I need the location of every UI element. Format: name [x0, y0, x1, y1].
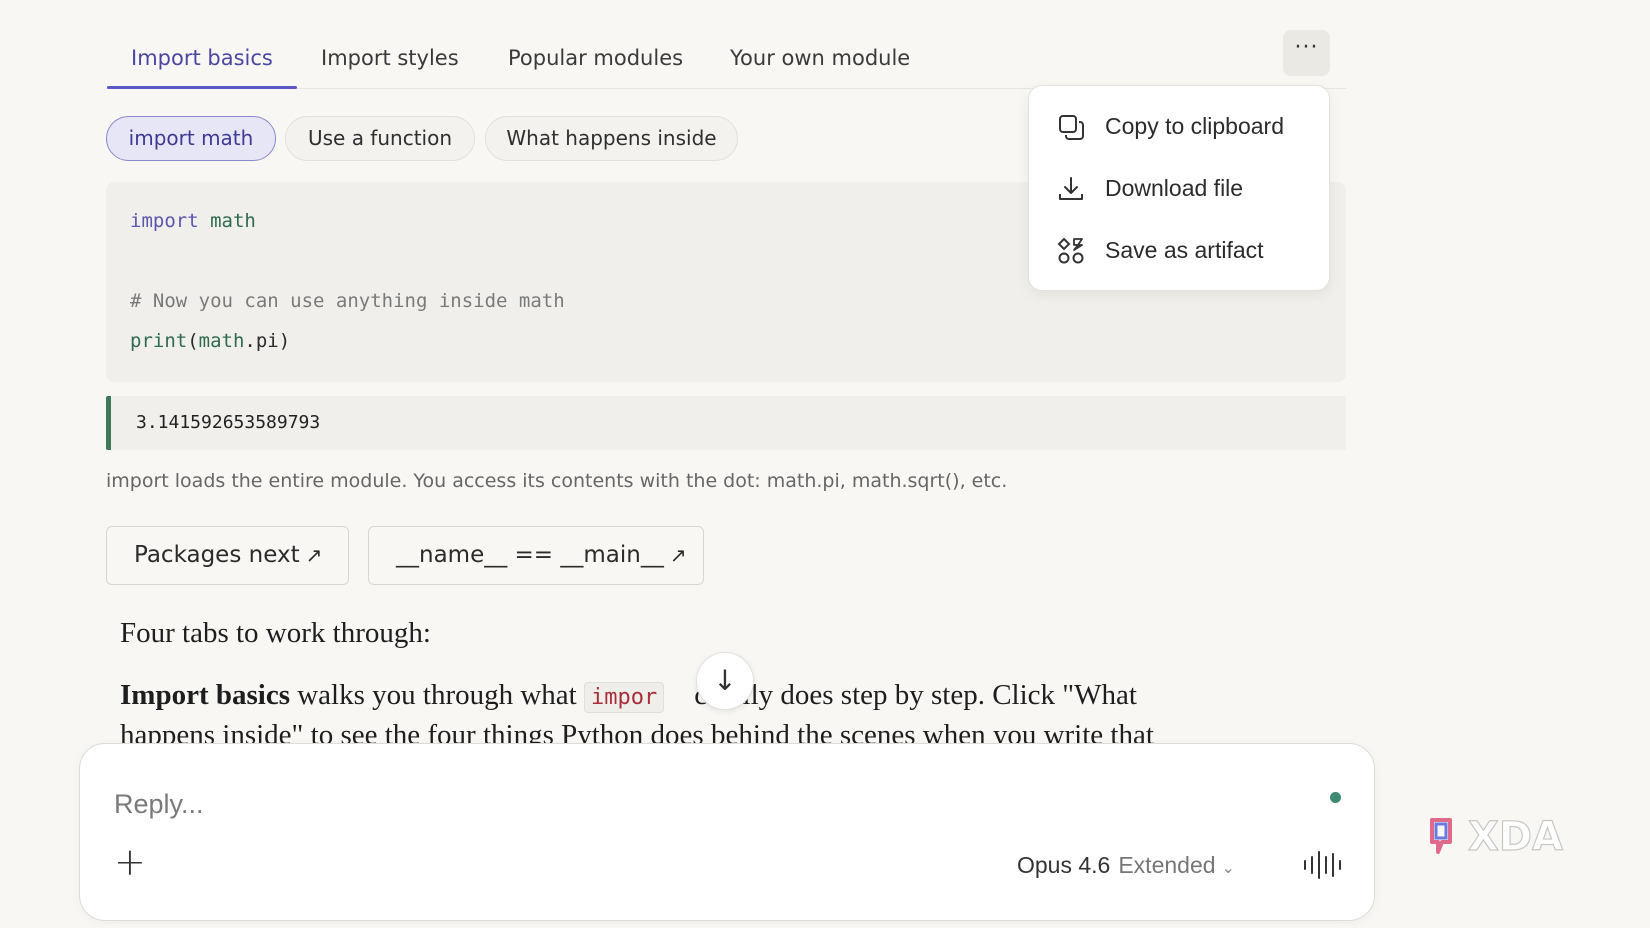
arrow-down-icon: ↓: [713, 664, 737, 697]
tab-import-basics[interactable]: Import basics: [107, 44, 297, 89]
menu-item-save-artifact[interactable]: Save as artifact: [1029, 223, 1331, 279]
external-arrow-icon: ↗: [669, 543, 687, 567]
prose-text-after: ctually does step by step. Click "What: [694, 679, 1137, 711]
tab-your-own-module[interactable]: Your own module: [730, 44, 910, 89]
download-icon: [1059, 177, 1083, 200]
artifact-icon: [1057, 237, 1084, 264]
code-paren: (: [187, 330, 199, 352]
status-dot: [1330, 792, 1341, 803]
tab-bar: Import basics Import styles Popular modu…: [106, 30, 1346, 89]
menu-item-label: Copy to clipboard: [1105, 113, 1284, 139]
pill-use-a-function[interactable]: Use a function: [285, 116, 475, 161]
code-line-4: print(math.pi): [130, 330, 290, 352]
code-comment: # Now you can use anything inside math: [130, 290, 565, 312]
name-main-button[interactable]: __name__ == __main__ ↗: [368, 526, 704, 585]
reply-input[interactable]: [114, 784, 1214, 824]
model-variant: Extended: [1118, 852, 1216, 878]
menu-item-copy[interactable]: Copy to clipboard: [1029, 99, 1331, 155]
name-main-label: __name__ == __main__: [396, 542, 664, 568]
menu-item-label: Save as artifact: [1105, 237, 1264, 263]
explanation-note: import loads the entire module. You acce…: [106, 470, 1008, 492]
prose-paragraph-line-1: Import basics walks you through what imp…: [120, 679, 1137, 713]
packages-next-button[interactable]: Packages next ↗: [106, 526, 349, 585]
pill-import-math[interactable]: import math: [106, 116, 276, 161]
plus-icon[interactable]: +: [114, 843, 154, 884]
external-arrow-icon: ↗: [305, 543, 323, 567]
tab-import-styles[interactable]: Import styles: [321, 44, 459, 89]
code-line-1: import math: [130, 210, 256, 232]
code-output: 3.141592653589793: [106, 396, 1346, 450]
menu-item-label: Download file: [1105, 175, 1244, 201]
reply-composer: + Opus 4.6 Extended ⌄: [79, 743, 1375, 921]
pill-what-happens-inside[interactable]: What happens inside: [485, 116, 738, 161]
code-module: math: [210, 210, 256, 232]
prose-heading: Four tabs to work through:: [120, 617, 431, 649]
more-options-menu: Copy to clipboard Download file Save as …: [1028, 85, 1330, 291]
code-keyword: import: [130, 210, 199, 232]
model-name: Opus 4.6: [1017, 852, 1111, 878]
more-options-button[interactable]: ···: [1283, 30, 1330, 76]
tab-popular-modules[interactable]: Popular modules: [508, 44, 683, 89]
xda-logo-text: XDA: [1468, 814, 1563, 860]
voice-waveform-icon[interactable]: [1302, 850, 1342, 880]
prose-text: walks you through what: [289, 679, 584, 711]
copy-icon: [1059, 115, 1084, 140]
inline-code: impor: [583, 682, 665, 713]
model-selector[interactable]: Opus 4.6 Extended ⌄: [1017, 852, 1235, 879]
scroll-down-button[interactable]: ↓: [696, 652, 754, 710]
packages-next-label: Packages next: [134, 542, 300, 568]
xda-logo: XDA: [1430, 813, 1564, 861]
chevron-down-icon: ⌄: [1221, 860, 1235, 877]
code-object: math: [198, 330, 245, 352]
code-function: print: [130, 330, 188, 352]
prose-bold: Import basics: [120, 679, 290, 711]
code-rest: .pi): [244, 330, 291, 352]
menu-item-download[interactable]: Download file: [1029, 161, 1331, 217]
